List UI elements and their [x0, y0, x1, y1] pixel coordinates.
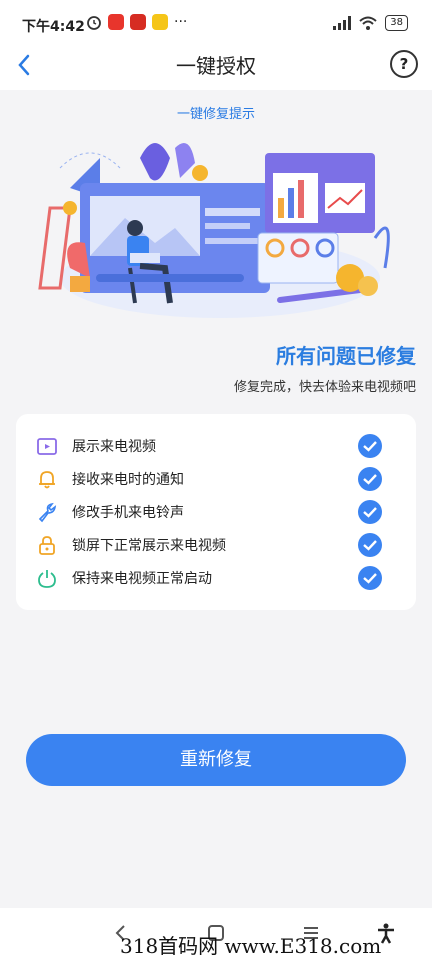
repair-item-label: 修改手机来电铃声: [72, 505, 184, 521]
lock-icon: [39, 536, 55, 555]
check-icon: [358, 533, 382, 557]
more-notifications-icon: ···: [174, 14, 188, 30]
repair-again-button[interactable]: 重新修复: [26, 734, 406, 786]
result-title: 所有问题已修复: [276, 344, 416, 368]
repair-item-ringtone: 修改手机来电铃声: [16, 496, 416, 529]
status-right: 38: [333, 15, 408, 31]
repair-illustration: [38, 143, 390, 318]
repair-item-video: 展示来电视频: [16, 430, 416, 463]
repair-item-autostart: 保持来电视频正常启动: [16, 562, 416, 595]
wifi-icon: [359, 16, 377, 30]
alarm-icon: [87, 16, 101, 30]
repair-item-lockscreen: 锁屏下正常展示来电视频: [16, 529, 416, 562]
check-icon: [358, 500, 382, 524]
check-icon: [358, 434, 382, 458]
repair-item-notification: 接收来电时的通知: [16, 463, 416, 496]
power-icon: [38, 570, 56, 588]
battery-indicator: 38: [385, 15, 408, 31]
result-subtitle: 修复完成，快去体验来电视频吧: [233, 380, 416, 395]
page-title: 一键授权: [176, 54, 256, 78]
repair-item-label: 锁屏下正常展示来电视频: [72, 538, 226, 554]
notification-icons: ···: [86, 14, 187, 30]
repair-item-label: 展示来电视频: [72, 439, 156, 455]
navbar: 一键授权 ?: [0, 38, 432, 90]
repair-item-label: 保持来电视频正常启动: [72, 571, 212, 587]
repair-hint-link[interactable]: 一键修复提示: [0, 103, 432, 122]
watermark-text: 318首码网 www.E318.com: [120, 934, 382, 958]
status-time: 下午4:42: [22, 19, 85, 35]
check-icon: [358, 566, 382, 590]
app-notification-icon: [108, 14, 124, 30]
app-notification-icon: [152, 14, 168, 30]
check-icon: [358, 467, 382, 491]
wrench-icon: [38, 502, 57, 523]
repair-item-label: 接收来电时的通知: [72, 472, 184, 488]
signal-icon: [333, 16, 352, 30]
question-circle-icon[interactable]: ?: [390, 50, 418, 78]
repair-items-card: 展示来电视频 接收来电时的通知 修改手机来电铃声 锁屏下正常展示来电视频 保持来…: [16, 414, 416, 610]
video-icon: [37, 438, 57, 455]
bell-icon: [39, 471, 55, 489]
app-notification-icon: [130, 14, 146, 30]
